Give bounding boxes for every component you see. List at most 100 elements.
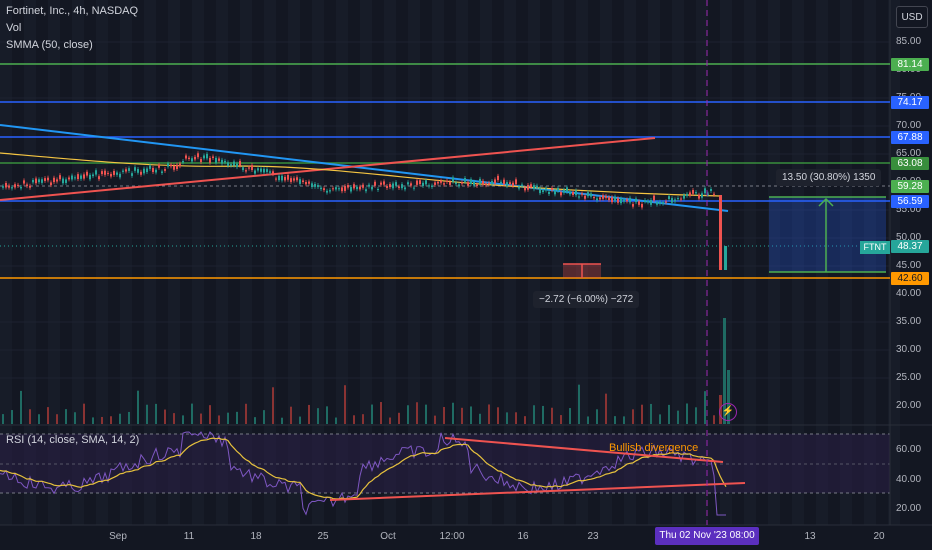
volume-bar xyxy=(110,416,112,424)
smma-legend[interactable]: SMMA (50, close) xyxy=(6,39,93,51)
candle-body xyxy=(122,170,124,172)
price-tag: 56.59 xyxy=(891,195,929,208)
candle-body xyxy=(416,180,418,185)
rsi-legend[interactable]: RSI (14, close, SMA, 14, 2) xyxy=(6,434,139,446)
candle-body xyxy=(53,177,55,183)
candle-body xyxy=(359,186,361,190)
candle-body xyxy=(542,190,544,193)
candle-body xyxy=(239,160,241,166)
candle-body xyxy=(308,181,310,184)
candle-body xyxy=(605,196,607,198)
candle-body xyxy=(5,182,7,188)
price-tag: 48.37 xyxy=(891,240,929,253)
candle-body xyxy=(545,188,547,191)
time-label: 12:00 xyxy=(439,531,465,542)
candle-body xyxy=(458,184,460,187)
candle-body xyxy=(407,182,409,185)
candle-body xyxy=(464,178,466,182)
event-bolt-icon[interactable]: ⚡ xyxy=(719,403,737,421)
volume-bar xyxy=(398,412,400,424)
volume-bar xyxy=(515,412,517,424)
candle-body xyxy=(125,169,127,172)
candle-body xyxy=(83,174,85,179)
price-tag: 81.14 xyxy=(891,58,929,71)
time-cursor-label: Thu 02 Nov '23 08:00 xyxy=(655,527,759,545)
volume-bar xyxy=(452,402,454,424)
candle-body xyxy=(575,190,577,196)
candle-body xyxy=(17,184,19,187)
volume-bar xyxy=(335,417,337,424)
candle-body xyxy=(704,188,706,194)
candle-body xyxy=(506,182,508,187)
candle-body xyxy=(107,172,109,174)
candle-body xyxy=(176,164,178,170)
candle-body xyxy=(548,191,550,195)
price-tag: 59.28 xyxy=(891,180,929,193)
price-axis-label: 30.00 xyxy=(896,344,922,355)
candle-body xyxy=(311,183,313,188)
candle-body xyxy=(296,177,298,181)
candle-body xyxy=(62,178,64,184)
candle-body xyxy=(593,197,595,199)
volume-bar xyxy=(20,390,22,424)
candle-body xyxy=(560,192,562,196)
price-tag: 42.60 xyxy=(891,272,929,285)
candle-body xyxy=(578,196,580,198)
candle-body xyxy=(41,179,43,183)
candle-body xyxy=(212,156,214,159)
candle-body xyxy=(512,182,514,187)
volume-bar xyxy=(488,404,490,424)
volume-bar xyxy=(641,404,643,424)
time-label: 13 xyxy=(804,531,816,542)
candle-body xyxy=(59,175,61,180)
price-tag: 67.88 xyxy=(891,131,929,144)
candle-body xyxy=(326,190,328,193)
candle-body xyxy=(446,180,448,182)
candle-body xyxy=(47,177,49,181)
candle-body xyxy=(23,180,25,184)
candle-body xyxy=(305,181,307,185)
volume-bar xyxy=(425,404,427,424)
candle-body xyxy=(38,179,40,183)
candle-body xyxy=(32,179,34,183)
volume-bar xyxy=(479,413,481,424)
candle-body xyxy=(656,202,658,205)
candle-body xyxy=(263,168,265,173)
candle-body xyxy=(92,174,94,177)
price-axis-label: 20.00 xyxy=(896,400,922,411)
candle-body xyxy=(350,187,352,192)
candle-body xyxy=(686,193,688,196)
price-chart-canvas[interactable] xyxy=(0,0,932,550)
candle-body xyxy=(719,195,722,270)
candle-body xyxy=(230,164,232,166)
candle-body xyxy=(635,198,637,203)
candle-body xyxy=(392,183,394,189)
candle-body xyxy=(329,190,331,192)
volume-bar xyxy=(227,412,229,424)
candle-body xyxy=(335,187,337,190)
volume-bar xyxy=(389,417,391,424)
candle-body xyxy=(668,196,670,200)
volume-bar xyxy=(29,409,31,424)
candle-body xyxy=(500,181,502,184)
candle-body xyxy=(200,158,202,163)
symbol-legend[interactable]: Fortinet, Inc., 4h, NASDAQ xyxy=(6,5,138,17)
volume-bar xyxy=(209,405,211,424)
candle-body xyxy=(257,168,259,171)
volume-bar xyxy=(470,406,472,424)
chart-window[interactable]: Fortinet, Inc., 4h, NASDAQ Vol SMMA (50,… xyxy=(0,0,932,550)
candle-body xyxy=(557,187,559,191)
candle-body xyxy=(272,171,274,175)
volume-bar xyxy=(551,407,553,424)
candle-body xyxy=(44,178,46,181)
rsi-axis-label: 40.00 xyxy=(896,474,922,485)
candle-body xyxy=(527,185,529,190)
candle-body xyxy=(677,198,679,200)
candle-body xyxy=(236,163,238,168)
candle-body xyxy=(425,180,427,185)
candle-body xyxy=(80,175,82,179)
candle-body xyxy=(503,179,505,185)
currency-button[interactable]: USD xyxy=(896,6,928,28)
volume-bar xyxy=(56,414,58,424)
volume-legend[interactable]: Vol xyxy=(6,22,21,34)
